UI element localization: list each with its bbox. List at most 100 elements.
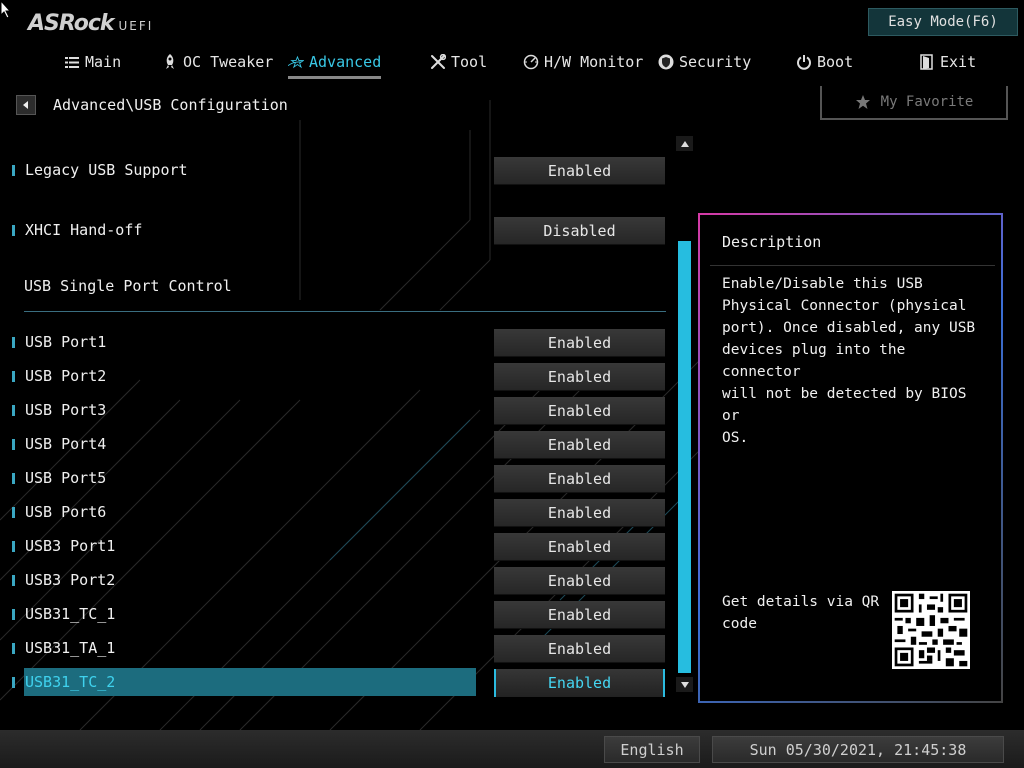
- language-button[interactable]: English: [604, 736, 700, 763]
- setting-label: USB Port3: [25, 401, 107, 419]
- setting-xhci-hand-off[interactable]: XHCI Hand-off Disabled: [0, 217, 670, 245]
- section-divider: [24, 311, 666, 312]
- setting-value-dropdown[interactable]: Enabled: [494, 533, 665, 561]
- row-marker: [12, 225, 15, 236]
- setting-value-dropdown[interactable]: Enabled: [494, 601, 665, 629]
- setting-legacy-usb-support[interactable]: Legacy USB Support Enabled: [0, 157, 670, 185]
- row-marker: [12, 165, 15, 176]
- tab-label: Exit: [940, 53, 977, 71]
- back-arrow-icon: [23, 101, 28, 109]
- setting-usb-port2[interactable]: USB Port2 Enabled: [0, 363, 670, 391]
- brand-name: ASRock: [28, 11, 115, 36]
- setting-usb-port5[interactable]: USB Port5 Enabled: [0, 465, 670, 493]
- breadcrumb-path: Advanced\USB Configuration: [53, 96, 288, 114]
- row-marker: [12, 337, 15, 348]
- tab-hw-monitor[interactable]: H/W Monitor: [523, 48, 643, 76]
- date-time-display: Sun 05/30/2021, 21:45:38: [712, 736, 1004, 763]
- tab-label: Security: [679, 53, 752, 71]
- setting-usb3-port1[interactable]: USB3 Port1 Enabled: [0, 533, 670, 561]
- description-text: Enable/Disable this USB Physical Connect…: [722, 276, 976, 446]
- scroll-thumb[interactable]: [678, 241, 691, 673]
- setting-usb-port1[interactable]: USB Port1 Enabled: [0, 329, 670, 357]
- setting-usb31-ta-1[interactable]: USB31_TA_1 Enabled: [0, 635, 670, 663]
- tab-tool[interactable]: Tool: [430, 48, 487, 76]
- tab-advanced[interactable]: Advanced: [288, 48, 382, 79]
- row-marker: [12, 473, 15, 484]
- row-marker: [12, 677, 15, 688]
- setting-value-dropdown[interactable]: Enabled: [494, 431, 665, 459]
- setting-value-dropdown[interactable]: Enabled: [494, 157, 665, 185]
- tab-boot[interactable]: Boot: [796, 48, 853, 76]
- setting-usb-port6[interactable]: USB Port6 Enabled: [0, 499, 670, 527]
- description-divider: [710, 265, 995, 266]
- tab-security[interactable]: Security: [658, 48, 751, 76]
- tab-label: Advanced: [309, 53, 382, 71]
- row-marker: [12, 439, 15, 450]
- setting-label: USB3 Port2: [25, 571, 116, 589]
- setting-label: USB3 Port1: [25, 537, 116, 555]
- gauge-icon: [523, 54, 539, 70]
- favorite-label: My Favorite: [880, 94, 974, 110]
- setting-label: USB31_TC_1: [25, 605, 116, 623]
- caret-down-icon: [680, 681, 689, 688]
- asrock-logo: ASRock UEFI: [28, 10, 153, 36]
- tab-oc-tweaker[interactable]: OC Tweaker: [162, 48, 273, 76]
- scroll-up-button[interactable]: [676, 136, 693, 151]
- setting-value-dropdown[interactable]: Enabled: [494, 499, 665, 527]
- setting-label: USB31_TA_1: [25, 639, 116, 657]
- description-title: Description: [722, 233, 822, 251]
- description-panel: Description Enable/Disable this USB Phys…: [698, 213, 1003, 703]
- star-icon: [288, 54, 304, 70]
- setting-label: USB Port4: [25, 435, 107, 453]
- setting-value-dropdown[interactable]: Enabled: [494, 397, 665, 425]
- tools-icon: [430, 54, 446, 70]
- rocket-icon: [162, 54, 178, 70]
- setting-value-dropdown[interactable]: Disabled: [494, 217, 665, 245]
- setting-label: XHCI Hand-off: [25, 221, 143, 239]
- row-marker: [12, 575, 15, 586]
- setting-usb31-tc-1[interactable]: USB31_TC_1 Enabled: [0, 601, 670, 629]
- row-marker: [12, 507, 15, 518]
- main-tabs: Main OC Tweaker Advanced Tool H/W Monito…: [0, 48, 1024, 80]
- setting-label: USB Port6: [25, 503, 107, 521]
- tab-label: Tool: [451, 53, 488, 71]
- breadcrumb: Advanced\USB Configuration: [16, 95, 288, 115]
- setting-usb3-port2[interactable]: USB3 Port2 Enabled: [0, 567, 670, 595]
- star-icon: [855, 95, 870, 109]
- setting-label: USB Port1: [25, 333, 107, 351]
- scroll-down-button[interactable]: [676, 677, 693, 692]
- back-button[interactable]: [16, 95, 36, 115]
- my-favorite-button[interactable]: My Favorite: [820, 86, 1008, 120]
- tab-exit[interactable]: Exit: [919, 48, 976, 76]
- setting-label: Legacy USB Support: [25, 161, 188, 179]
- setting-usb-port4[interactable]: USB Port4 Enabled: [0, 431, 670, 459]
- setting-value-dropdown[interactable]: Enabled: [494, 567, 665, 595]
- setting-label: USB Port2: [25, 367, 107, 385]
- row-marker: [12, 405, 15, 416]
- tab-label: OC Tweaker: [183, 53, 274, 71]
- tab-label: Boot: [817, 53, 854, 71]
- list-icon: [64, 54, 80, 70]
- row-marker: [12, 371, 15, 382]
- setting-value-dropdown[interactable]: Enabled: [494, 635, 665, 663]
- setting-usb31-tc-2[interactable]: USB31_TC_2 Enabled: [0, 668, 670, 697]
- setting-value-dropdown[interactable]: Enabled: [494, 363, 665, 391]
- setting-value-dropdown[interactable]: Enabled: [494, 465, 665, 493]
- row-marker: [12, 541, 15, 552]
- easy-mode-button[interactable]: Easy Mode(F6): [868, 8, 1018, 36]
- setting-value-dropdown[interactable]: Enabled: [494, 329, 665, 357]
- exit-icon: [919, 54, 935, 70]
- power-icon: [796, 54, 812, 70]
- settings-scrollbar[interactable]: [676, 136, 693, 694]
- setting-value-dropdown[interactable]: Enabled: [494, 669, 665, 697]
- section-title: USB Single Port Control: [24, 277, 232, 295]
- row-marker: [12, 609, 15, 620]
- tab-main[interactable]: Main: [64, 48, 121, 76]
- setting-usb-port3[interactable]: USB Port3 Enabled: [0, 397, 670, 425]
- tab-label: H/W Monitor: [544, 53, 644, 71]
- qr-caption: Get details via QR code: [722, 594, 880, 632]
- shield-icon: [658, 54, 674, 70]
- setting-label: USB Port5: [25, 469, 107, 487]
- qr-code-icon: [892, 591, 970, 669]
- row-marker: [12, 643, 15, 654]
